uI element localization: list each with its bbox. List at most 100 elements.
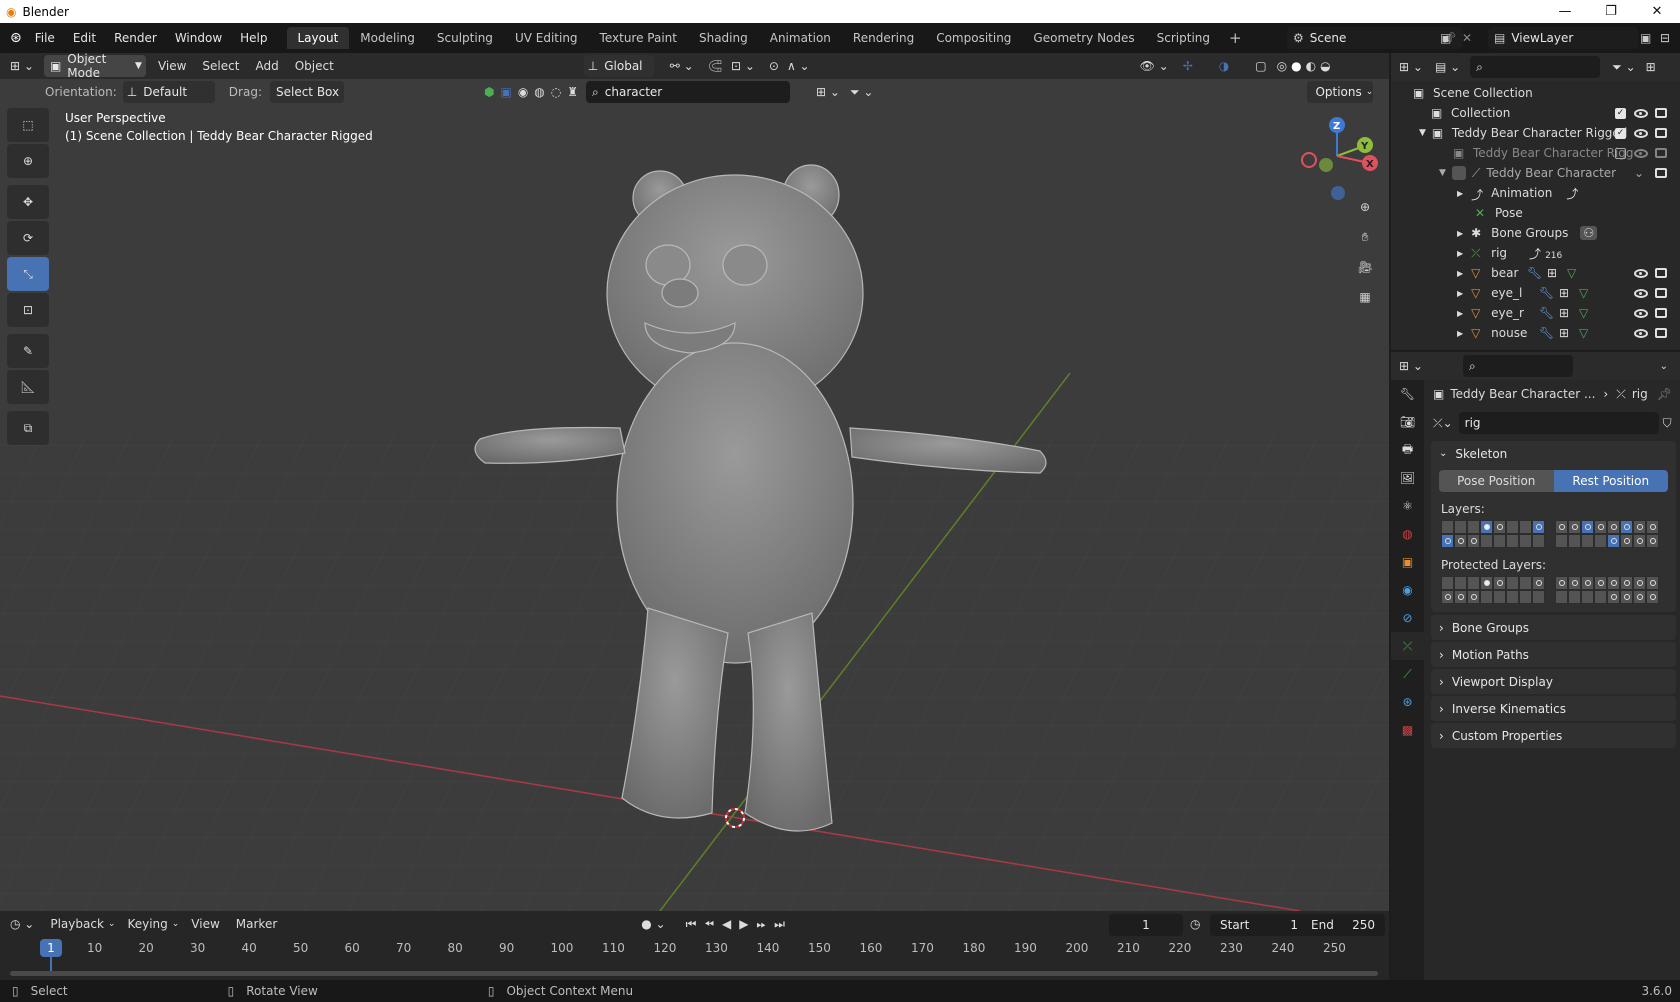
- tab-rendering[interactable]: Rendering: [842, 27, 925, 49]
- solid-shading-icon[interactable]: ●: [1291, 59, 1301, 73]
- camera-render-icon[interactable]: [1655, 308, 1667, 318]
- protected-layer-toggle[interactable]: [1555, 590, 1568, 604]
- tab-output[interactable]: 🖶︎: [1391, 436, 1424, 464]
- layer-toggle[interactable]: [1532, 534, 1545, 548]
- tab-tool[interactable]: 🔧︎: [1391, 380, 1424, 408]
- tab-layout[interactable]: Layout: [286, 27, 350, 49]
- selectable-icon-1[interactable]: ◉: [518, 85, 528, 99]
- custom-properties-panel[interactable]: › Custom Properties: [1431, 723, 1676, 748]
- expand-arrow-icon[interactable]: ▶: [1457, 289, 1463, 298]
- tab-render[interactable]: 📷︎: [1391, 408, 1424, 436]
- menu-window[interactable]: Window: [166, 31, 231, 45]
- layer-toggle[interactable]: [1568, 534, 1581, 548]
- outliner-row-teddy-collection[interactable]: ▼ ▣ Teddy Bear Character Rigged ✓: [1391, 123, 1680, 143]
- new-view-layer-icon[interactable]: ▣: [1640, 31, 1651, 45]
- layer-toggle[interactable]: [1607, 534, 1620, 548]
- protected-layer-toggle[interactable]: [1646, 576, 1659, 590]
- outliner-filter-icon[interactable]: ⏷ ⌄: [1612, 60, 1635, 75]
- new-collection-icon[interactable]: ⊞: [1646, 60, 1656, 74]
- layer-toggle[interactable]: [1620, 534, 1633, 548]
- outliner-row-eye-r[interactable]: ▶ ▽ eye_r 🔧︎ ⊞ ▽: [1391, 303, 1680, 323]
- layer-toggle[interactable]: [1506, 534, 1519, 548]
- fake-user-icon[interactable]: ⛉: [1663, 416, 1672, 431]
- protected-layer-toggle[interactable]: [1581, 590, 1594, 604]
- scale-tool-button[interactable]: ⤡: [7, 257, 49, 291]
- outliner-row-teddy-subcollection[interactable]: ▣ Teddy Bear Character Rigg: [1391, 143, 1680, 163]
- outliner-row-collection[interactable]: ▣ Collection ✓: [1391, 103, 1680, 123]
- jump-start-icon[interactable]: ⏮: [686, 917, 697, 932]
- selectable-icon-3[interactable]: ◌: [551, 85, 561, 99]
- drag-dropdown[interactable]: Select Box: [269, 81, 344, 103]
- outliner-row-bear[interactable]: ▶ ▽ bear 🔧︎ ⊞ ▽: [1391, 263, 1680, 283]
- jump-end-icon[interactable]: ⏭: [774, 917, 785, 932]
- layer-toggle[interactable]: [1506, 520, 1519, 534]
- bone-groups-panel[interactable]: › Bone Groups: [1431, 615, 1676, 640]
- protected-layer-toggle[interactable]: [1467, 576, 1480, 590]
- camera-render-icon[interactable]: [1655, 328, 1667, 338]
- protected-layer-toggle[interactable]: [1493, 590, 1506, 604]
- outliner-search-input[interactable]: ⌕: [1470, 56, 1601, 78]
- add-workspace-icon[interactable]: +: [1221, 29, 1250, 47]
- camera-render-icon[interactable]: [1655, 128, 1667, 138]
- expand-arrow-icon[interactable]: ▶: [1457, 309, 1463, 318]
- eye-icon[interactable]: [1634, 328, 1648, 338]
- tab-modeling[interactable]: Modeling: [349, 27, 426, 49]
- timeline-menu-keying[interactable]: Keying: [127, 917, 167, 931]
- layer-toggle[interactable]: [1441, 534, 1454, 548]
- expand-arrow-icon[interactable]: ▼: [1419, 128, 1426, 138]
- layer-toggle[interactable]: [1581, 520, 1594, 534]
- preview-range-icon[interactable]: ◷: [1190, 917, 1200, 931]
- viewport-menu-object[interactable]: Object: [295, 59, 334, 73]
- outliner-row-eye-l[interactable]: ▶ ▽ eye_l 🔧︎ ⊞ ▽: [1391, 283, 1680, 303]
- timeline-ruler[interactable]: 10 20 30 40 50 60 70 80 90 100 110 120 130 140 150 160 1…: [0, 937, 1389, 973]
- layer-toggle[interactable]: [1454, 520, 1467, 534]
- viewport-display-panel[interactable]: › Viewport Display: [1431, 669, 1676, 694]
- play-reverse-icon[interactable]: ◀: [722, 917, 731, 931]
- current-frame-field[interactable]: 1: [1109, 914, 1183, 936]
- rotate-tool-button[interactable]: ⟳: [7, 221, 49, 255]
- protected-layer-toggle[interactable]: [1467, 590, 1480, 604]
- protected-layer-toggle[interactable]: [1607, 576, 1620, 590]
- funnel-icon[interactable]: ⏷ ⌄: [850, 85, 873, 100]
- viewport-menu-add[interactable]: Add: [255, 59, 278, 73]
- remove-view-layer-icon[interactable]: ⊟: [1660, 31, 1670, 45]
- end-frame-field[interactable]: End 250: [1301, 914, 1385, 936]
- outliner-row-pose[interactable]: ✕ Pose: [1391, 203, 1680, 223]
- display-mode-icon[interactable]: ▤ ⌄: [1435, 60, 1460, 74]
- selectable-icon-2[interactable]: ◍: [534, 85, 544, 99]
- tab-geometry-nodes[interactable]: Geometry Nodes: [1022, 27, 1145, 49]
- tab-texture-paint[interactable]: Texture Paint: [589, 27, 688, 49]
- menu-help[interactable]: Help: [231, 31, 276, 45]
- camera-render-icon[interactable]: [1655, 268, 1667, 278]
- layer-toggle[interactable]: [1646, 534, 1659, 548]
- layer-toggle[interactable]: [1633, 520, 1646, 534]
- layer-toggle[interactable]: [1467, 534, 1480, 548]
- minimize-button[interactable]: —: [1542, 0, 1588, 23]
- blender-menu-icon[interactable]: ⊛: [10, 30, 22, 46]
- pin-properties-icon[interactable]: 📌︎: [1657, 387, 1672, 401]
- camera-render-icon[interactable]: [1655, 108, 1667, 118]
- tab-uv-editing[interactable]: UV Editing: [504, 27, 589, 49]
- tab-texture[interactable]: ▩: [1391, 716, 1424, 744]
- selectable-icon-4[interactable]: ♜: [567, 85, 578, 99]
- transform-tool-button[interactable]: ⊡: [7, 293, 49, 327]
- outliner-row-teddy-armature[interactable]: ▼ ⟋ Teddy Bear Character ⌄: [1391, 163, 1680, 183]
- tab-bone[interactable]: ⟋: [1391, 660, 1424, 688]
- expand-arrow-icon[interactable]: ▶: [1457, 249, 1463, 258]
- 3d-viewport[interactable]: ⊞ ⌄ ▣ Object Mode ▼ View Select Add Obje…: [0, 53, 1389, 911]
- rendered-shading-icon[interactable]: ◒: [1320, 59, 1330, 73]
- start-frame-field[interactable]: Start 1: [1210, 914, 1308, 936]
- timeline-menu-playback[interactable]: Playback: [50, 917, 104, 931]
- wireframe-shading-icon[interactable]: ◎: [1277, 59, 1287, 73]
- protected-layer-toggle[interactable]: [1594, 590, 1607, 604]
- tab-physics[interactable]: ◉: [1391, 576, 1424, 604]
- zoom-view-button[interactable]: ⊕: [1351, 193, 1379, 221]
- visibility-icon[interactable]: 👁︎ ⌄: [1140, 59, 1169, 73]
- new-scene-icon[interactable]: ▣: [1440, 31, 1451, 45]
- view-layer-selector[interactable]: ▤ ViewLayer: [1488, 27, 1638, 49]
- protected-layer-toggle[interactable]: [1620, 590, 1633, 604]
- protected-layer-toggle[interactable]: [1519, 590, 1532, 604]
- viewport-menu-select[interactable]: Select: [202, 59, 239, 73]
- filter-object-types-icon[interactable]: ⬢: [484, 85, 494, 99]
- layer-toggle[interactable]: [1493, 520, 1506, 534]
